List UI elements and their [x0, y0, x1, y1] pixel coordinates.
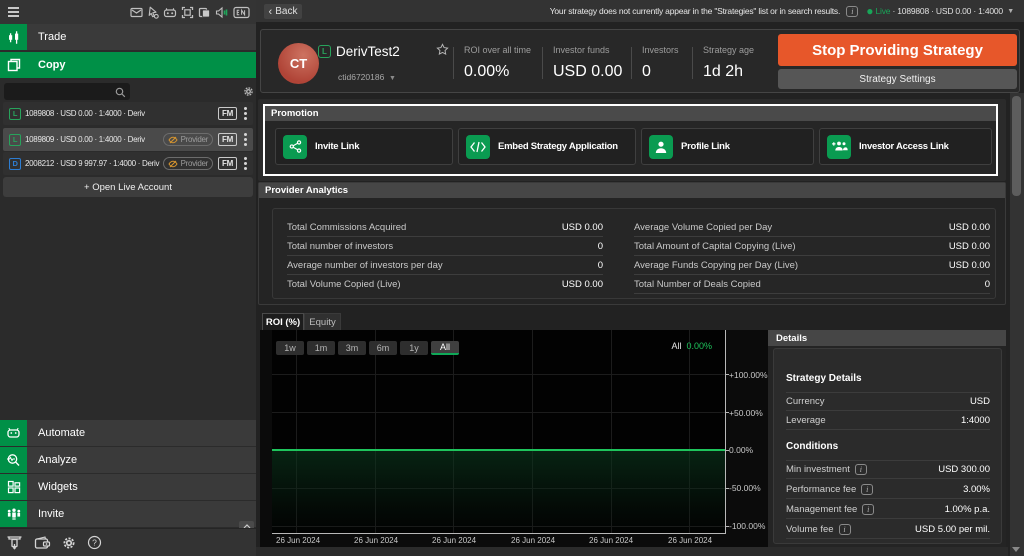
- svg-text:?: ?: [92, 538, 97, 548]
